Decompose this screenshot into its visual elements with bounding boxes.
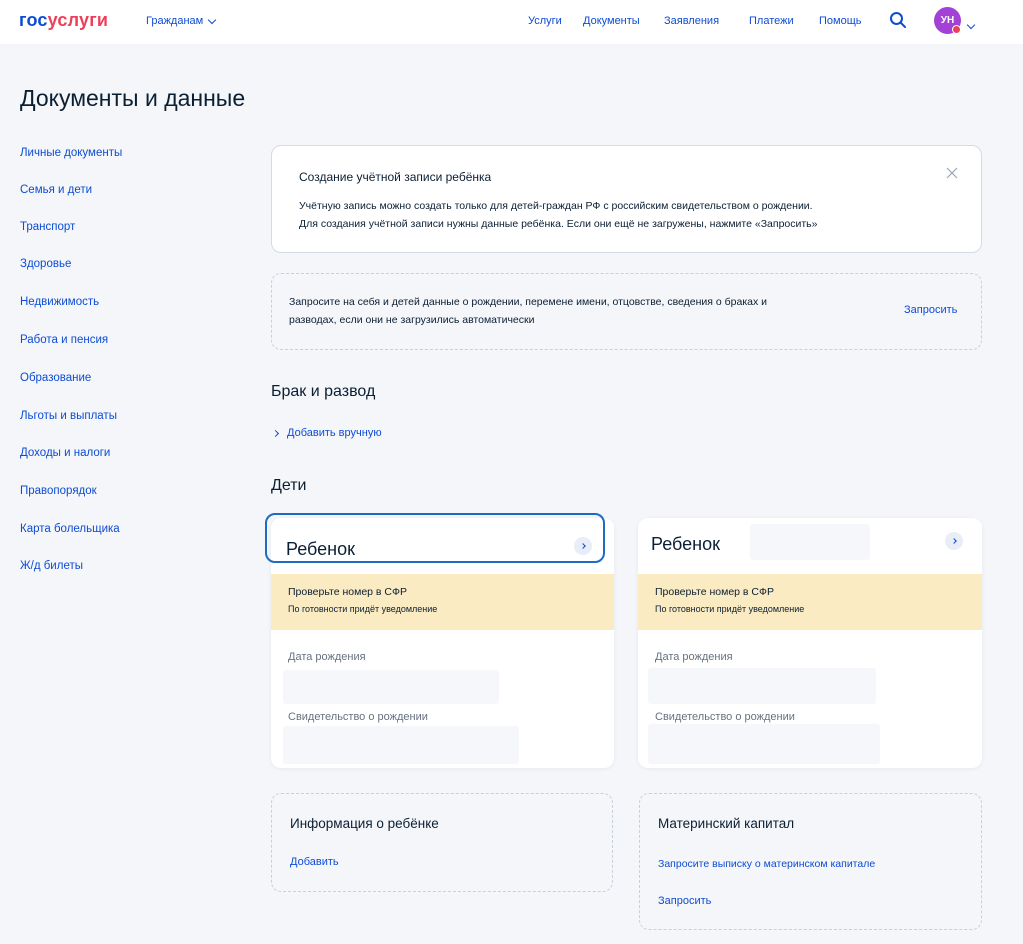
logo-part-1: гос <box>19 10 48 30</box>
sidebar-item-work-pension[interactable]: Работа и пенсия <box>20 334 108 346</box>
sidebar-item-fan-card[interactable]: Карта болельщика <box>20 523 120 535</box>
child-info-title: Информация о ребёнке <box>290 816 439 831</box>
sidebar-item-income-taxes[interactable]: Доходы и налоги <box>20 447 110 459</box>
gosuslugi-logo[interactable]: госуслуги <box>19 10 108 31</box>
data-request-card: Запросите на себя и детей данные о рожде… <box>271 273 982 350</box>
add-manually-label: Добавить вручную <box>287 427 382 439</box>
request-maternity-link[interactable]: Запросить <box>658 895 711 907</box>
add-manually-link[interactable]: Добавить вручную <box>271 427 382 439</box>
maternity-capital-card: Материнский капитал Запросите выписку о … <box>639 793 982 930</box>
nav-services[interactable]: Услуги <box>528 15 562 27</box>
birth-date-label: Дата рождения <box>288 651 366 663</box>
birth-certificate-label: Свидетельство о рождении <box>655 711 795 723</box>
warning-subtitle: По готовности придёт уведомление <box>288 604 438 614</box>
marriage-section-title: Брак и развод <box>271 383 376 400</box>
audience-dropdown[interactable]: Гражданам <box>146 15 217 27</box>
children-section-title: Дети <box>271 477 307 494</box>
open-child-button[interactable] <box>945 532 963 550</box>
nav-applications[interactable]: Заявления <box>664 15 719 27</box>
sidebar-item-law[interactable]: Правопорядок <box>20 485 97 497</box>
sfr-warning: Проверьте номер в СФР По готовности прид… <box>271 574 614 630</box>
sidebar-item-health[interactable]: Здоровье <box>20 258 71 270</box>
sidebar-item-benefits[interactable]: Льготы и выплаты <box>20 410 117 422</box>
maternity-capital-text: Запросите выписку о материнском капитале <box>658 858 876 870</box>
add-child-info-link[interactable]: Добавить <box>290 856 339 868</box>
audience-label: Гражданам <box>146 15 204 27</box>
nav-documents[interactable]: Документы <box>583 15 640 27</box>
request-text-line-1: Запросите на себя и детей данные о рожде… <box>289 296 768 308</box>
child-info-card: Информация о ребёнке Добавить <box>271 793 613 892</box>
page-title: Документы и данные <box>20 85 246 111</box>
child-card[interactable]: Ребенок Проверьте номер в СФР По готовно… <box>638 518 982 768</box>
birth-certificate-value <box>283 726 519 764</box>
notification-dot <box>952 25 961 34</box>
birth-certificate-value <box>648 724 880 764</box>
nav-help[interactable]: Помощь <box>819 15 862 27</box>
child-name-hidden <box>750 524 870 560</box>
chevron-right-icon <box>950 538 957 544</box>
search-icon[interactable] <box>889 11 907 29</box>
avatar-initials: УН <box>940 15 955 26</box>
sidebar-item-realty[interactable]: Недвижимость <box>20 296 99 308</box>
chevron-right-icon <box>271 429 280 437</box>
sidebar-item-transport[interactable]: Транспорт <box>20 221 75 233</box>
birth-date-value <box>648 668 876 704</box>
selection-highlight <box>265 513 605 563</box>
warning-title: Проверьте номер в СФР <box>655 586 774 598</box>
birth-certificate-label: Свидетельство о рождении <box>288 711 428 723</box>
top-header: госуслуги Гражданам Услуги Документы Зая… <box>0 0 1023 44</box>
birth-date-value <box>283 670 499 704</box>
chevron-down-icon <box>966 20 976 30</box>
sfr-warning: Проверьте номер в СФР По готовности прид… <box>638 574 982 630</box>
chevron-down-icon <box>207 15 217 24</box>
sidebar-item-personal-docs[interactable]: Личные документы <box>20 147 122 159</box>
request-data-link[interactable]: Запросить <box>904 304 957 316</box>
request-text-line-2: разводах, если они не загрузились автома… <box>289 314 535 326</box>
sidebar-item-rail-tickets[interactable]: Ж/д билеты <box>20 560 83 572</box>
maternity-capital-title: Материнский капитал <box>658 816 795 831</box>
sidebar-item-family[interactable]: Семья и дети <box>20 184 92 196</box>
profile-menu-toggle[interactable] <box>966 15 976 33</box>
notice-title: Создание учётной записи ребёнка <box>299 170 492 184</box>
child-name: Ребенок <box>651 534 720 554</box>
close-icon[interactable] <box>945 166 959 180</box>
notice-text-line-1: Учётную запись можно создать только для … <box>299 200 813 212</box>
notice-text-line-2: Для создания учётной записи нужны данные… <box>299 218 818 230</box>
child-account-notice: Создание учётной записи ребёнка Учётную … <box>271 145 982 253</box>
logo-part-2: услуги <box>47 10 109 30</box>
sidebar-item-education[interactable]: Образование <box>20 372 91 384</box>
birth-date-label: Дата рождения <box>655 651 733 663</box>
warning-title: Проверьте номер в СФР <box>288 586 407 598</box>
nav-payments[interactable]: Платежи <box>749 15 794 27</box>
warning-subtitle: По готовности придёт уведомление <box>655 604 805 614</box>
